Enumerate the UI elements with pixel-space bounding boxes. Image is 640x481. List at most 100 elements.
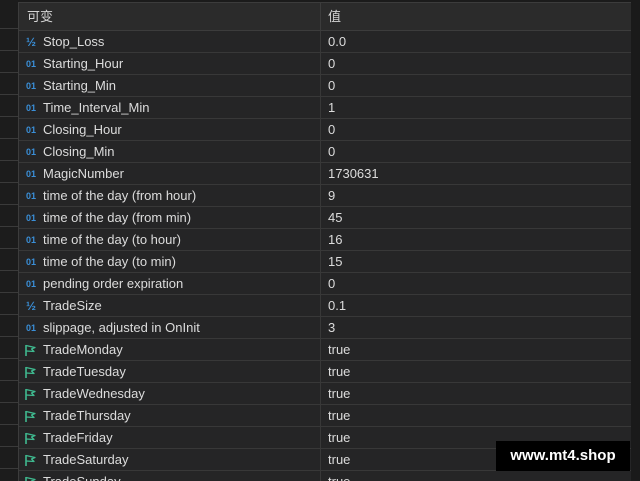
parameter-value[interactable]: 15: [321, 251, 631, 272]
gutter-divider: [0, 160, 18, 161]
table-header: 可变 值: [19, 3, 631, 31]
parameter-value[interactable]: 16: [321, 229, 631, 250]
gutter-divider: [0, 402, 18, 403]
parameter-value[interactable]: 0: [321, 119, 631, 140]
parameter-name: time of the day (to min): [43, 254, 176, 269]
parameter-name-cell[interactable]: 01 time of the day (to hour): [19, 229, 321, 250]
column-header-variable[interactable]: 可变: [19, 3, 321, 30]
flag-icon: [23, 342, 39, 358]
parameter-row[interactable]: TradeMondaytrue: [19, 339, 631, 361]
parameter-value[interactable]: 1: [321, 97, 631, 118]
gutter-divider: [0, 468, 18, 469]
parameter-value[interactable]: 1730631: [321, 163, 631, 184]
parameter-name-cell[interactable]: 01 pending order expiration: [19, 273, 321, 294]
parameter-row[interactable]: ½Stop_Loss0.0: [19, 31, 631, 53]
parameter-value[interactable]: true: [321, 361, 631, 382]
parameter-name-cell[interactable]: ½Stop_Loss: [19, 31, 321, 52]
gutter-divider: [0, 336, 18, 337]
gutter-divider: [0, 72, 18, 73]
integer-icon: 01: [23, 276, 39, 292]
column-header-value[interactable]: 值: [321, 3, 631, 30]
parameter-row[interactable]: 01MagicNumber1730631: [19, 163, 631, 185]
integer-icon: 01: [23, 210, 39, 226]
parameter-row[interactable]: ½TradeSize0.1: [19, 295, 631, 317]
parameter-name-cell[interactable]: 01time of the day (from min): [19, 207, 321, 228]
parameter-name-cell[interactable]: TradeTuesday: [19, 361, 321, 382]
parameter-value[interactable]: 9: [321, 185, 631, 206]
parameter-row[interactable]: 01time of the day (from hour)9: [19, 185, 631, 207]
parameter-value[interactable]: true: [321, 339, 631, 360]
gutter-divider: [0, 314, 18, 315]
window-frame: 可变 值 ½Stop_Loss0.001Starting_Hour001Star…: [0, 0, 640, 480]
parameter-row[interactable]: 01 pending order expiration 0: [19, 273, 631, 295]
gutter-divider: [0, 50, 18, 51]
integer-icon: 01: [23, 122, 39, 138]
parameter-row[interactable]: 01time of the day (from min)45: [19, 207, 631, 229]
parameter-row[interactable]: TradeTuesdaytrue: [19, 361, 631, 383]
parameter-name: Starting_Hour: [43, 56, 123, 71]
parameter-name-cell[interactable]: ½TradeSize: [19, 295, 321, 316]
integer-icon: 01: [23, 232, 39, 248]
parameter-value[interactable]: 45: [321, 207, 631, 228]
parameter-name-cell[interactable]: TradeMonday: [19, 339, 321, 360]
parameter-value[interactable]: 0: [321, 273, 631, 294]
parameter-name-cell[interactable]: 01 Time_Interval_Min: [19, 97, 321, 118]
gutter-divider: [0, 292, 18, 293]
gutter-divider: [0, 424, 18, 425]
parameter-value[interactable]: 0: [321, 141, 631, 162]
parameter-name: time of the day (to hour): [43, 232, 181, 247]
integer-icon: 01: [23, 254, 39, 270]
gutter-divider: [0, 380, 18, 381]
gutter-divider: [0, 94, 18, 95]
parameter-row[interactable]: 01slippage, adjusted in OnInit3: [19, 317, 631, 339]
parameter-value[interactable]: 0.1: [321, 295, 631, 316]
parameter-row[interactable]: 01 Closing_Hour 0: [19, 119, 631, 141]
parameter-name-cell[interactable]: 01Starting_Min: [19, 75, 321, 96]
parameter-name-cell[interactable]: 01 Starting_Hour: [19, 53, 321, 74]
gutter-divider: [0, 226, 18, 227]
parameter-row[interactable]: 01 time of the day (to hour) 16: [19, 229, 631, 251]
flag-icon: [23, 452, 39, 468]
parameter-row[interactable]: 01Starting_Min0: [19, 75, 631, 97]
gutter-divider: [0, 270, 18, 271]
inputs-panel: 可变 值 ½Stop_Loss0.001Starting_Hour001Star…: [18, 2, 631, 481]
parameter-name-cell[interactable]: TradeWednesday: [19, 383, 321, 404]
parameter-name: TradeSize: [43, 298, 102, 313]
parameter-name-cell[interactable]: 01 time of the day (to min): [19, 251, 321, 272]
parameter-row[interactable]: 01 Starting_Hour 0: [19, 53, 631, 75]
parameter-value[interactable]: true: [321, 383, 631, 404]
parameter-name-cell[interactable]: 01 Closing_Hour: [19, 119, 321, 140]
parameter-row[interactable]: TradeThursdaytrue: [19, 405, 631, 427]
fraction-icon: ½: [23, 34, 39, 50]
parameter-name-cell[interactable]: TradeThursday: [19, 405, 321, 426]
parameter-value[interactable]: 3: [321, 317, 631, 338]
parameter-row[interactable]: 01 time of the day (to min) 15: [19, 251, 631, 273]
parameter-name: MagicNumber: [43, 166, 124, 181]
gutter-divider: [0, 248, 18, 249]
parameter-name-cell[interactable]: 01MagicNumber: [19, 163, 321, 184]
integer-icon: 01: [23, 100, 39, 116]
integer-icon: 01: [23, 56, 39, 72]
watermark: www.mt4.shop: [496, 441, 630, 471]
parameter-name: slippage, adjusted in OnInit: [43, 320, 200, 335]
parameter-name: Time_Interval_Min: [43, 100, 149, 115]
gutter-divider: [0, 358, 18, 359]
parameter-name: TradeSaturday: [43, 452, 129, 467]
parameter-name: pending order expiration: [43, 276, 183, 291]
parameter-name-cell[interactable]: 01Closing_Min: [19, 141, 321, 162]
parameter-value[interactable]: 0: [321, 53, 631, 74]
parameter-row[interactable]: 01 Time_Interval_Min 1: [19, 97, 631, 119]
parameter-name-cell[interactable]: 01time of the day (from hour): [19, 185, 321, 206]
right-edge-strip: [630, 0, 640, 480]
parameter-value[interactable]: true: [321, 405, 631, 426]
parameter-name-cell[interactable]: 01slippage, adjusted in OnInit: [19, 317, 321, 338]
left-gutter: [0, 0, 18, 480]
parameter-name: Closing_Hour: [43, 122, 122, 137]
parameter-name-cell[interactable]: TradeSaturday: [19, 449, 321, 470]
parameter-row[interactable]: TradeWednesdaytrue: [19, 383, 631, 405]
parameter-value[interactable]: 0: [321, 75, 631, 96]
parameter-value[interactable]: 0.0: [321, 31, 631, 52]
parameter-row[interactable]: 01Closing_Min0: [19, 141, 631, 163]
parameter-name-cell[interactable]: TradeFriday: [19, 427, 321, 448]
gutter-divider: [0, 28, 18, 29]
